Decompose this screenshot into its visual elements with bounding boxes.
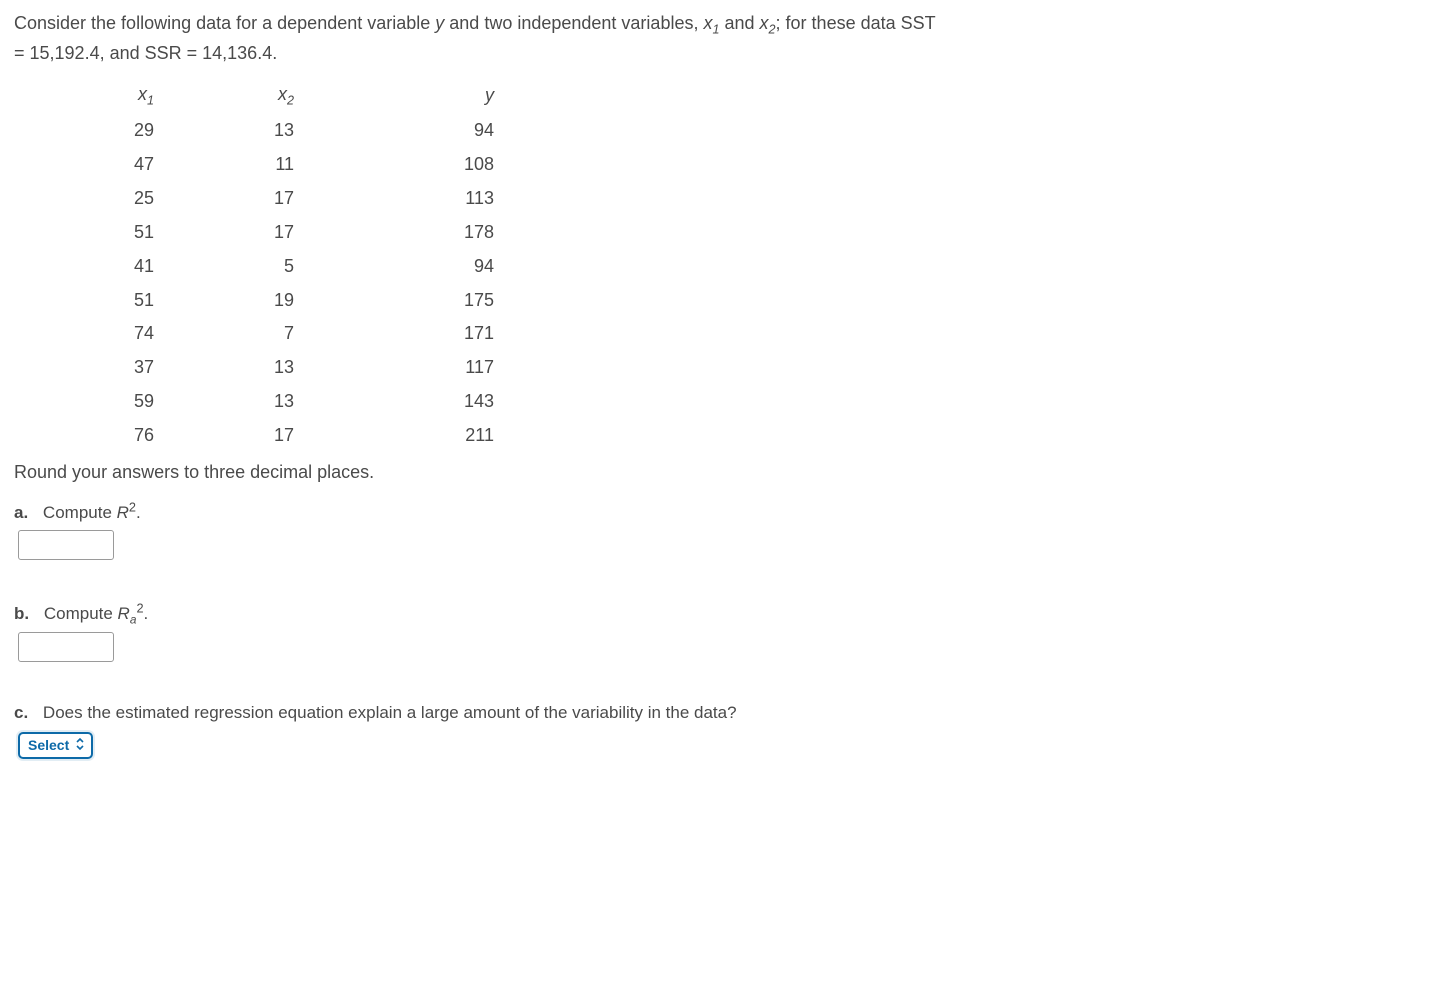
table-row: 5913143 bbox=[64, 385, 494, 419]
cell-x1: 25 bbox=[64, 182, 154, 216]
cell-y: 211 bbox=[294, 419, 494, 453]
cell-x1: 59 bbox=[64, 385, 154, 419]
cell-x2: 7 bbox=[154, 317, 294, 351]
cell-y: 117 bbox=[294, 351, 494, 385]
cell-y: 171 bbox=[294, 317, 494, 351]
cell-x1: 47 bbox=[64, 148, 154, 182]
table-row: 5119175 bbox=[64, 284, 494, 318]
problem-intro: Consider the following data for a depend… bbox=[14, 10, 1428, 68]
intro-text: Consider the following data for a depend… bbox=[14, 13, 435, 33]
cell-x2: 13 bbox=[154, 351, 294, 385]
part-c: c. Does the estimated regression equatio… bbox=[14, 700, 1428, 726]
var-x1: x1 bbox=[703, 13, 719, 33]
part-c-text: Does the estimated regression equation e… bbox=[43, 703, 737, 722]
part-b: b. Compute Ra2. bbox=[14, 598, 1428, 629]
header-x2: x2 bbox=[154, 78, 294, 114]
cell-x2: 17 bbox=[154, 419, 294, 453]
header-x1: x1 bbox=[64, 78, 154, 114]
intro-text: and bbox=[719, 13, 759, 33]
intro-text: = 15,192.4, and SSR = 14,136.4. bbox=[14, 43, 277, 63]
cell-x1: 41 bbox=[64, 250, 154, 284]
data-table: x1 x2 y 29139447111082517113511717841594… bbox=[64, 78, 494, 453]
part-b-label: b. bbox=[14, 604, 29, 623]
chevron-up-down-icon bbox=[75, 737, 85, 754]
part-a-label: a. bbox=[14, 503, 28, 522]
table-header-row: x1 x2 y bbox=[64, 78, 494, 114]
header-y: y bbox=[294, 78, 494, 114]
cell-x1: 29 bbox=[64, 114, 154, 148]
cell-x1: 37 bbox=[64, 351, 154, 385]
cell-x1: 76 bbox=[64, 419, 154, 453]
table-row: 7617211 bbox=[64, 419, 494, 453]
cell-x2: 5 bbox=[154, 250, 294, 284]
part-c-label: c. bbox=[14, 703, 28, 722]
cell-x2: 11 bbox=[154, 148, 294, 182]
table-row: 291394 bbox=[64, 114, 494, 148]
answer-input-b[interactable] bbox=[18, 632, 114, 662]
cell-x2: 17 bbox=[154, 216, 294, 250]
cell-x2: 13 bbox=[154, 385, 294, 419]
var-y: y bbox=[435, 13, 444, 33]
part-a: a. Compute R2. bbox=[14, 497, 1428, 526]
cell-x1: 74 bbox=[64, 317, 154, 351]
part-a-text: Compute R2. bbox=[43, 503, 141, 522]
var-x2: x2 bbox=[760, 13, 776, 33]
table-row: 4711108 bbox=[64, 148, 494, 182]
part-b-text: Compute Ra2. bbox=[44, 604, 148, 623]
select-dropdown[interactable]: Select bbox=[18, 732, 93, 760]
select-label: Select bbox=[28, 735, 69, 757]
cell-y: 178 bbox=[294, 216, 494, 250]
table-row: 2517113 bbox=[64, 182, 494, 216]
cell-x1: 51 bbox=[64, 216, 154, 250]
intro-text: and two independent variables, bbox=[444, 13, 703, 33]
cell-x1: 51 bbox=[64, 284, 154, 318]
cell-y: 94 bbox=[294, 250, 494, 284]
rounding-instruction: Round your answers to three decimal plac… bbox=[14, 459, 1428, 487]
cell-x2: 19 bbox=[154, 284, 294, 318]
cell-x2: 17 bbox=[154, 182, 294, 216]
cell-y: 113 bbox=[294, 182, 494, 216]
table-row: 747171 bbox=[64, 317, 494, 351]
table-row: 5117178 bbox=[64, 216, 494, 250]
cell-y: 94 bbox=[294, 114, 494, 148]
answer-input-a[interactable] bbox=[18, 530, 114, 560]
cell-y: 175 bbox=[294, 284, 494, 318]
cell-x2: 13 bbox=[154, 114, 294, 148]
cell-y: 143 bbox=[294, 385, 494, 419]
intro-text: ; for these data SST bbox=[776, 13, 936, 33]
cell-y: 108 bbox=[294, 148, 494, 182]
table-row: 41594 bbox=[64, 250, 494, 284]
table-row: 3713117 bbox=[64, 351, 494, 385]
